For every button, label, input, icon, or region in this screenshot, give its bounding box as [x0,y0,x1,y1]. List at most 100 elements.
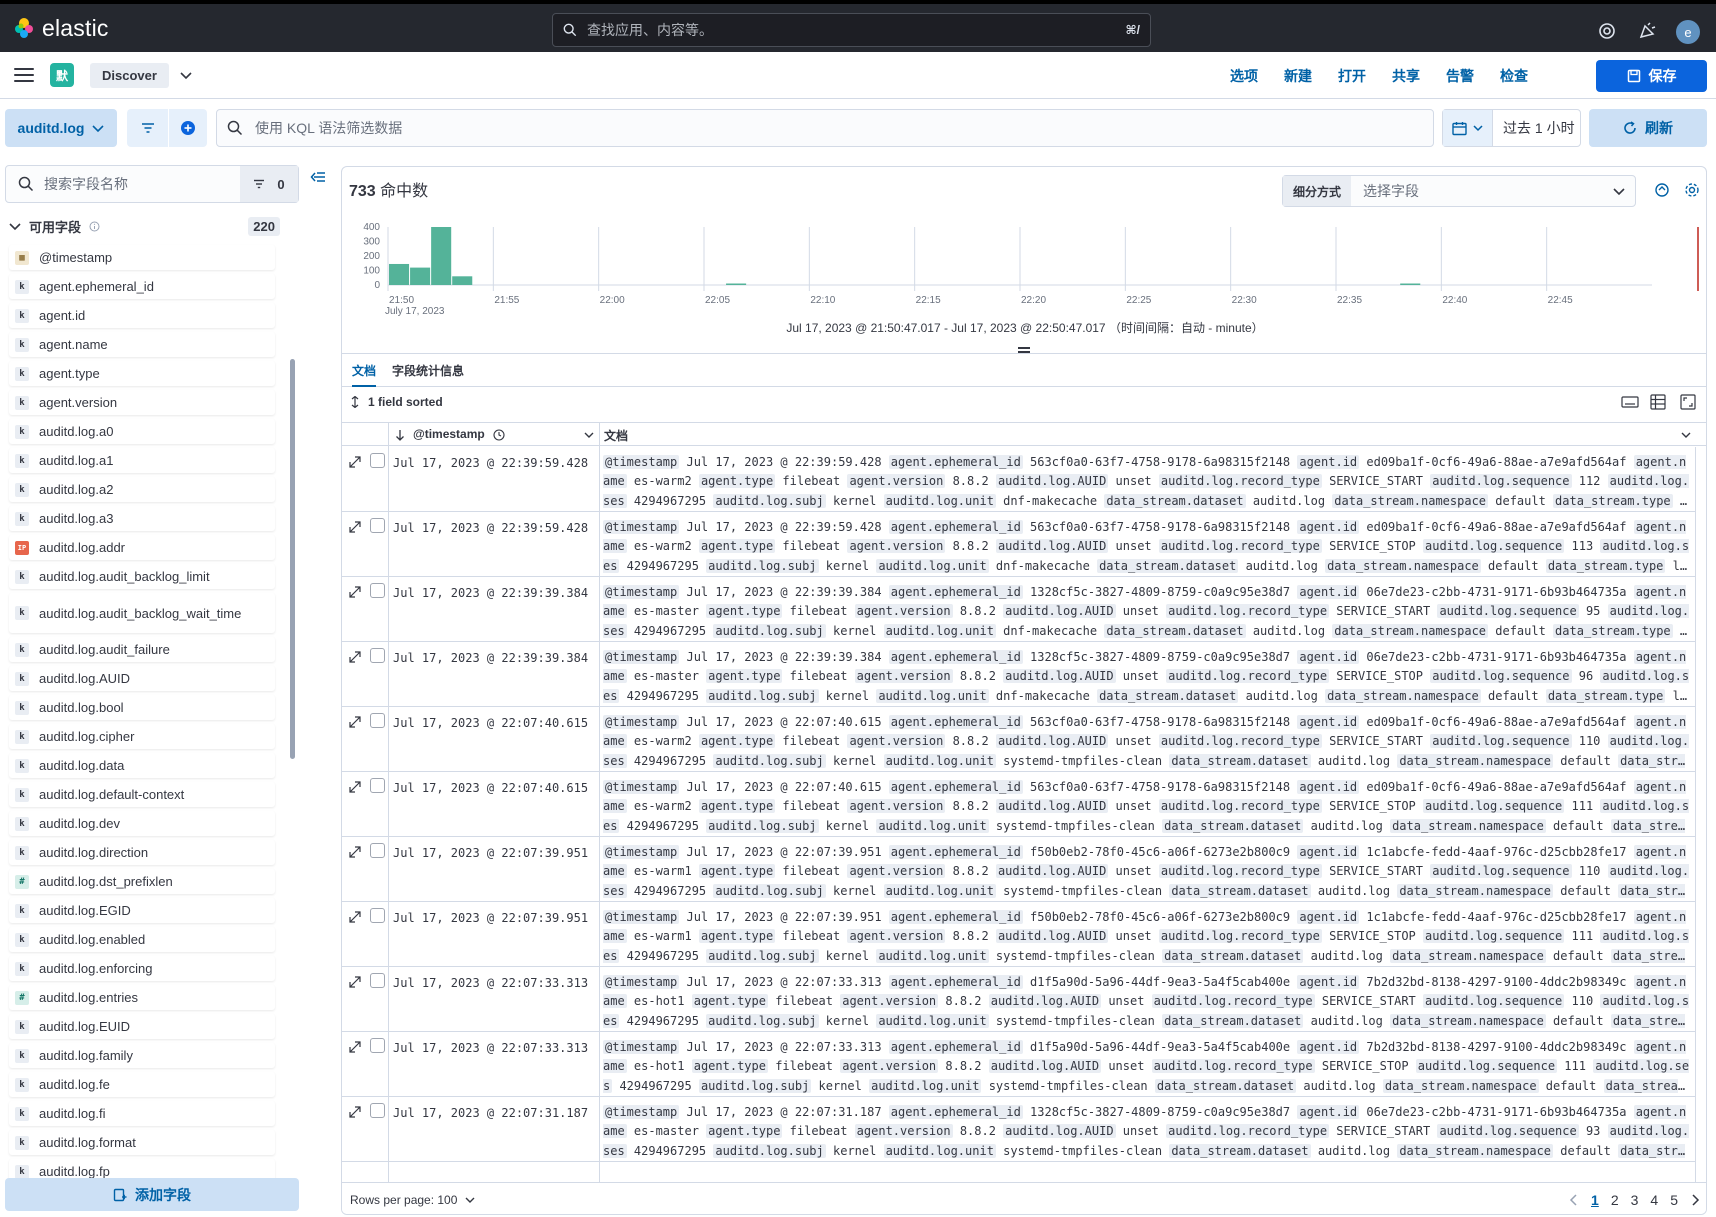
chevron-down-icon[interactable] [584,430,594,440]
row-checkbox[interactable] [370,453,385,468]
chevron-right-icon[interactable] [1690,1194,1700,1206]
chevron-down-icon[interactable] [179,68,193,82]
table-row[interactable]: Jul 17, 2023 @ 22:07:33.313 @timestamp Ju… [342,967,1695,1033]
table-row[interactable]: Jul 17, 2023 @ 22:07:39.951 @timestamp Ju… [342,837,1695,903]
table-scrollbar[interactable] [1695,447,1706,1182]
data-view-picker[interactable]: auditd.log [5,109,117,147]
page-2[interactable]: 2 [1611,1192,1619,1208]
breakdown-field-select[interactable]: 细分方式 选择字段 [1282,175,1636,207]
field-item[interactable]: k auditd.log.audit_failure [9,637,275,662]
date-picker[interactable]: 过去 1 小时 [1442,109,1581,147]
user-avatar[interactable]: e [1676,20,1700,44]
expand-icon[interactable] [348,650,362,664]
table-row[interactable]: Jul 17, 2023 @ 22:07:40.615 @timestamp Ju… [342,707,1695,773]
field-item[interactable]: ▦ @timestamp [9,245,275,270]
expand-icon[interactable] [348,780,362,794]
expand-icon[interactable] [348,975,362,989]
space-avatar[interactable]: 默 [50,63,74,87]
nav-new[interactable]: 新建 [1271,66,1325,86]
sidebar-scrollbar[interactable] [290,359,295,759]
table-row[interactable]: Jul 17, 2023 @ 22:07:40.615 @timestamp Ju… [342,772,1695,838]
row-checkbox[interactable] [370,908,385,923]
table-row[interactable]: Jul 17, 2023 @ 22:07:31.187 @timestamp Ju… [342,1097,1695,1163]
field-item[interactable]: k agent.version [9,390,275,415]
chart-options-icon[interactable] [1654,182,1670,198]
expand-icon[interactable] [348,845,362,859]
keyboard-icon[interactable] [1621,395,1639,409]
kql-search-input[interactable]: 使用 KQL 语法筛选数据 [216,109,1434,147]
expand-icon[interactable] [348,455,362,469]
field-item[interactable]: k auditd.log.format [9,1130,275,1155]
row-checkbox[interactable] [370,843,385,858]
field-item[interactable]: k auditd.log.a1 [9,448,275,473]
field-item[interactable]: k auditd.log.dev [9,811,275,836]
nav-inspect[interactable]: 检查 [1487,66,1541,86]
expand-icon[interactable] [348,1105,362,1119]
field-item[interactable]: # auditd.log.dst_prefixlen [9,869,275,894]
field-item[interactable]: k auditd.log.a0 [9,419,275,444]
chevron-left-icon[interactable] [1569,1194,1579,1206]
nav-options[interactable]: 选项 [1217,66,1271,86]
field-item[interactable]: k auditd.log.EGID [9,898,275,923]
breadcrumb-discover[interactable]: Discover [90,62,169,88]
column-document[interactable]: 文档 [604,427,628,444]
filter-menu-button[interactable] [127,109,168,147]
field-search-input[interactable]: 搜索字段名称 0 [5,165,299,203]
field-item[interactable]: k auditd.log.audit_backlog_limit [9,564,275,589]
row-checkbox[interactable] [370,713,385,728]
elastic-logo[interactable]: elastic [12,15,109,42]
nav-alerts[interactable]: 告警 [1433,66,1487,86]
table-row[interactable]: Jul 17, 2023 @ 22:39:59.428 @timestamp Ju… [342,512,1695,577]
nav-open[interactable]: 打开 [1325,66,1379,86]
rows-per-page-select[interactable]: Rows per page: 100 [350,1193,475,1207]
expand-icon[interactable] [348,1040,362,1054]
page-4[interactable]: 4 [1650,1192,1658,1208]
row-checkbox[interactable] [370,648,385,663]
column-timestamp[interactable]: @timestamp [413,427,485,441]
row-checkbox[interactable] [370,1103,385,1118]
refresh-button[interactable]: 刷新 [1589,109,1707,147]
field-item[interactable]: k agent.type [9,361,275,386]
sort-button[interactable]: 1 field sorted [350,395,443,409]
field-item[interactable]: k auditd.log.family [9,1043,275,1068]
field-item[interactable]: k auditd.log.direction [9,840,275,865]
field-item[interactable]: k agent.id [9,303,275,328]
page-1[interactable]: 1 [1591,1192,1599,1208]
field-item[interactable]: k auditd.log.cipher [9,724,275,749]
field-item[interactable]: IP auditd.log.addr [9,535,275,560]
table-row[interactable]: Jul 17, 2023 @ 22:39:59.428 @timestamp Ju… [342,447,1695,512]
row-checkbox[interactable] [370,518,385,533]
field-item[interactable]: k auditd.log.a2 [9,477,275,502]
table-row[interactable]: Jul 17, 2023 @ 22:39:39.384 @timestamp Ju… [342,642,1695,707]
table-density-icon[interactable] [1650,394,1666,410]
gear-icon[interactable] [1684,182,1700,198]
quick-select-button[interactable] [1443,110,1493,146]
help-icon[interactable] [1596,20,1618,42]
row-checkbox[interactable] [370,778,385,793]
field-item[interactable]: k auditd.log.bool [9,695,275,720]
save-button[interactable]: 保存 [1596,60,1707,92]
add-filter-button[interactable] [169,109,207,147]
field-item[interactable]: k auditd.log.enabled [9,927,275,952]
field-item[interactable]: k auditd.log.AUID [9,666,275,691]
tab-field-stats[interactable]: 字段统计信息 [392,362,464,379]
tab-documents[interactable]: 文档 [352,362,377,387]
expand-icon[interactable] [348,585,362,599]
collapse-sidebar-icon[interactable] [310,169,326,185]
field-item[interactable]: k auditd.log.audit_backlog_wait_time [9,593,275,633]
add-field-button[interactable]: 添加字段 [5,1178,299,1211]
menu-icon[interactable] [14,65,34,85]
field-item[interactable]: k agent.name [9,332,275,357]
page-3[interactable]: 3 [1631,1192,1639,1208]
field-item[interactable]: k auditd.log.a3 [9,506,275,531]
table-row[interactable]: Jul 17, 2023 @ 22:07:33.313 @timestamp Ju… [342,1032,1695,1098]
expand-icon[interactable] [348,520,362,534]
expand-icon[interactable] [348,910,362,924]
available-fields-header[interactable]: 可用字段 220 [9,215,280,237]
row-checkbox[interactable] [370,1038,385,1053]
expand-icon[interactable] [348,715,362,729]
field-item[interactable]: k auditd.log.fe [9,1072,275,1097]
histogram-chart[interactable]: 21:50 21:55 22:00 22:05 22:10 22:15 22:20 22:25… [342,217,1707,327]
field-item[interactable]: # auditd.log.entries [9,985,275,1010]
fullscreen-icon[interactable] [1680,394,1696,410]
